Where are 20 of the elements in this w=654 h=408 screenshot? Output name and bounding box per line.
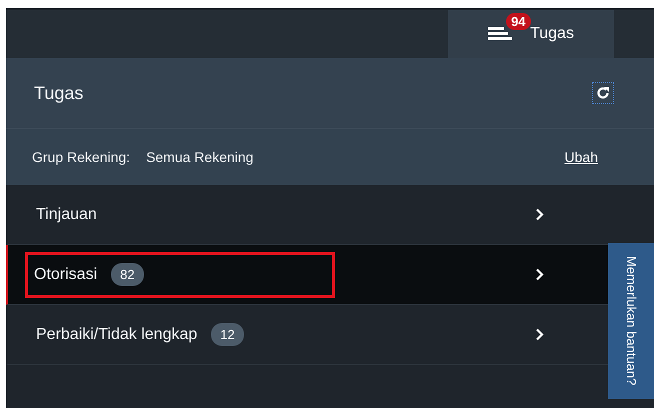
item-count: 82 (111, 262, 144, 286)
group-label: Grup Rekening: (32, 148, 130, 167)
panel-title: Tugas (34, 82, 84, 105)
refresh-icon (596, 86, 610, 100)
help-tab[interactable]: Memerlukan bantuan? (608, 243, 654, 399)
menu-item[interactable]: Otorisasi 82 (6, 245, 610, 305)
item-label: Perbaiki/Tidak lengkap (36, 324, 198, 344)
tab-label: Tugas (530, 24, 574, 44)
tasks-tab[interactable]: 94 Tugas (448, 10, 614, 58)
list-icon (488, 24, 514, 43)
chevron-right-icon (535, 268, 544, 281)
chevron-right-icon (535, 208, 544, 221)
item-label: Otorisasi (34, 264, 98, 284)
item-count: 12 (211, 322, 244, 346)
change-link[interactable]: Ubah (564, 146, 598, 168)
group-value: Semua Rekening (146, 148, 254, 167)
chevron-right-icon (535, 328, 544, 341)
notification-count: 94 (506, 13, 531, 30)
refresh-button[interactable] (592, 82, 614, 104)
item-label: Tinjauan (36, 204, 97, 224)
